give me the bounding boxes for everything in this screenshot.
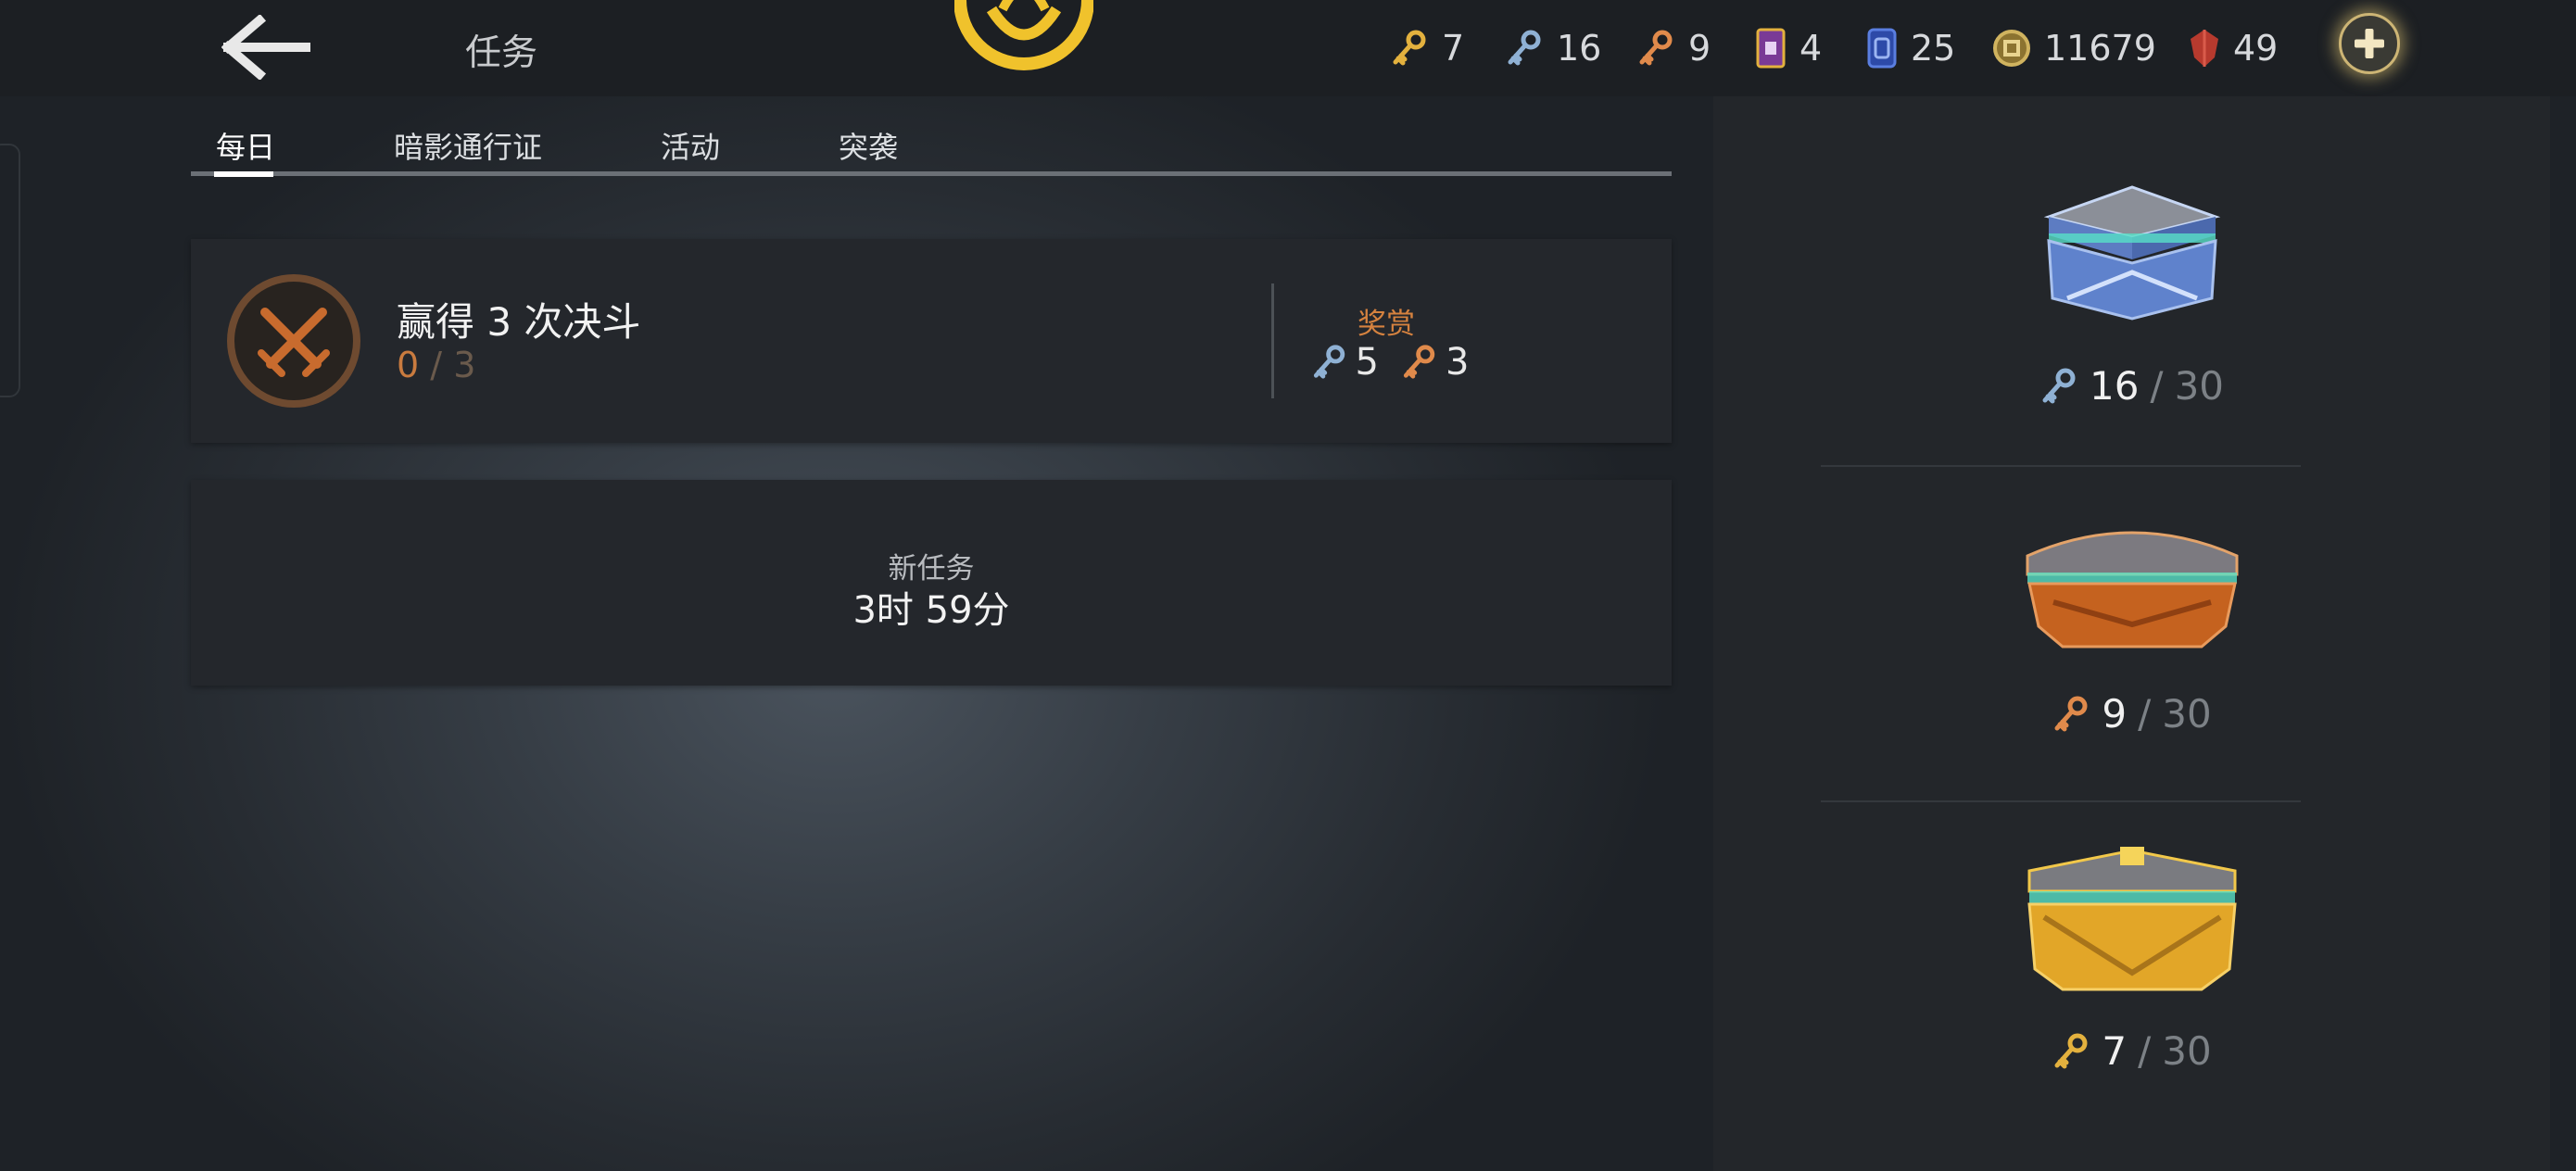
- chest-key-separator: /: [2138, 1028, 2152, 1074]
- tab-bar-divider: [191, 171, 1672, 176]
- progress-total: 3: [453, 345, 476, 385]
- quest-title: 赢得 3 次决斗: [397, 299, 641, 345]
- chest-key-current: 16: [2089, 363, 2140, 409]
- side-handle: [0, 144, 20, 397]
- currency-tickets: 4: [1755, 22, 1822, 74]
- silver-chest-icon: [2043, 185, 2220, 321]
- tab-daily[interactable]: 每日: [216, 124, 275, 167]
- quest-progress: 0 / 3: [397, 345, 475, 385]
- new-task-card: 新任务 3时 59分: [191, 480, 1672, 686]
- ticket-icon: [1756, 28, 1786, 69]
- silver-key-icon: [1508, 30, 1541, 66]
- coin-count: 11679: [2044, 28, 2156, 69]
- tab-bar: 每日 暗影通行证 活动 突袭: [191, 119, 1672, 178]
- new-task-timer: 3时 59分: [852, 589, 1010, 632]
- top-bar: 任务 7 16 9 4 25 11679 49: [0, 0, 2576, 96]
- add-currency-button[interactable]: [2339, 13, 2400, 74]
- silver-chest[interactable]: 16 / 30: [1713, 180, 2550, 495]
- tab-shadow-pass[interactable]: 暗影通行证: [394, 124, 542, 167]
- silver-key-count: 16: [1557, 28, 1602, 69]
- gem-count: 49: [2233, 28, 2279, 69]
- active-tab-indicator: [214, 171, 273, 177]
- card-icon: [1867, 28, 1897, 69]
- bronze-chest-icon: [2026, 531, 2238, 648]
- emblem-logo-icon: [954, 0, 1093, 70]
- reward-label: 奖赏: [1357, 308, 1415, 341]
- chest-panel: 16 / 30 9 / 30 7 / 30: [1713, 96, 2550, 1171]
- tab-events[interactable]: 活动: [661, 124, 720, 167]
- reward-amount: 5: [1355, 341, 1379, 384]
- currency-gold-keys: 7: [1390, 22, 1464, 74]
- gold-chest[interactable]: 7 / 30: [1713, 843, 2550, 1158]
- tab-raid[interactable]: 突袭: [839, 124, 898, 167]
- bronze-key-icon: [1404, 345, 1435, 379]
- chest-divider: [1821, 465, 2301, 467]
- card-count: 25: [1911, 28, 1956, 69]
- crossed-swords-icon: [227, 274, 360, 408]
- chest-key-current: 7: [2102, 1028, 2128, 1074]
- coin-icon: [1993, 30, 2030, 67]
- reward-amount: 3: [1446, 341, 1470, 384]
- reward-list: 5 3: [1311, 341, 1469, 384]
- bronze-key-count: 9: [1688, 28, 1711, 69]
- chest-key-max: 30: [2174, 363, 2225, 409]
- chest-key-separator: /: [2150, 363, 2164, 409]
- gold-chest-progress: 7 / 30: [1713, 1028, 2550, 1074]
- currency-bronze-keys: 9: [1636, 22, 1711, 74]
- chest-key-max: 30: [2162, 1028, 2212, 1074]
- bronze-chest-progress: 9 / 30: [1713, 691, 2550, 737]
- currency-coins: 11679: [1992, 22, 2156, 74]
- chest-divider: [1821, 800, 2301, 802]
- gold-key-icon: [1393, 30, 1426, 66]
- chest-key-max: 30: [2162, 691, 2212, 737]
- bronze-key-icon: [2054, 696, 2088, 731]
- bronze-key-icon: [1639, 30, 1673, 66]
- currency-silver-keys: 16: [1505, 22, 1601, 74]
- back-arrow-icon: [221, 13, 310, 82]
- chest-key-separator: /: [2138, 691, 2152, 737]
- silver-key-icon: [1313, 345, 1345, 379]
- quest-card[interactable]: 赢得 3 次决斗 0 / 3 奖赏 5 3: [191, 239, 1672, 443]
- ticket-count: 4: [1799, 28, 1823, 69]
- progress-separator: /: [430, 345, 443, 385]
- reward-item: 3: [1401, 341, 1469, 384]
- reward-item: 5: [1311, 341, 1379, 384]
- bronze-chest[interactable]: 9 / 30: [1713, 510, 2550, 825]
- currency-cards: 25: [1866, 22, 1955, 74]
- page-title: 任务: [465, 32, 538, 74]
- gold-key-count: 7: [1442, 28, 1465, 69]
- back-button[interactable]: [221, 13, 313, 82]
- gold-chest-icon: [2027, 847, 2237, 991]
- silver-key-icon: [2042, 368, 2076, 403]
- gem-icon: [2191, 30, 2218, 67]
- silver-chest-progress: 16 / 30: [1713, 363, 2550, 409]
- chest-key-current: 9: [2102, 691, 2128, 737]
- gold-key-icon: [2054, 1033, 2088, 1068]
- currency-gems: 49: [2189, 22, 2278, 74]
- progress-current: 0: [397, 345, 420, 385]
